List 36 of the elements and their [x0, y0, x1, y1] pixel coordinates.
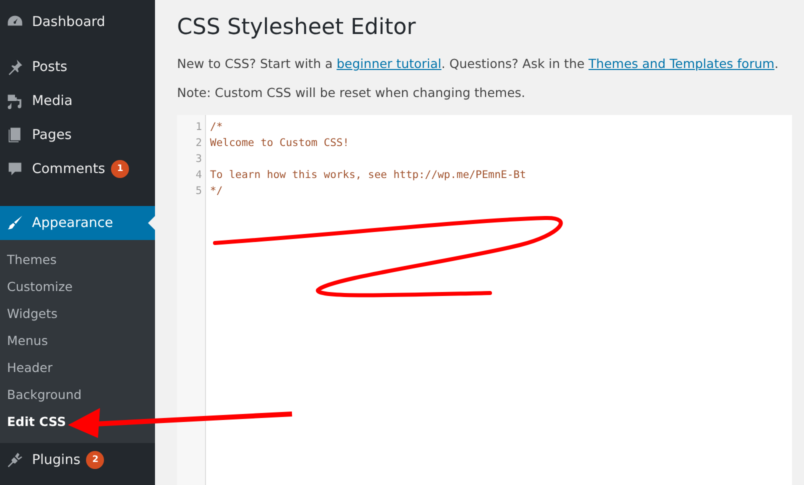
count-badge: 2	[86, 451, 104, 469]
menu-item[interactable]: Media	[0, 84, 155, 118]
comment-icon	[6, 160, 24, 178]
paintbrush-icon	[6, 214, 24, 232]
submenu-item[interactable]: Widgets	[0, 300, 155, 327]
code-line: Welcome to Custom CSS!	[210, 136, 350, 151]
line-number: 3	[194, 152, 203, 167]
forum-link[interactable]: Themes and Templates forum	[588, 56, 774, 71]
page-title: CSS Stylesheet Editor	[177, 15, 417, 40]
submenu-item[interactable]: Edit CSS	[0, 408, 155, 435]
plug-icon	[6, 451, 24, 469]
submenu-item[interactable]: Header	[0, 354, 155, 381]
submenu-item[interactable]: Menus	[0, 327, 155, 354]
line-number: 4	[194, 168, 203, 183]
note-text: Note: Custom CSS will be reset when changing themes.	[177, 85, 526, 100]
intro-text: New to CSS? Start with a beginner tutorial. Questions? Ask in the Themes and Templates forum.	[177, 56, 780, 71]
menu-item[interactable]: Pages	[0, 118, 155, 152]
menu-item[interactable]: Plugins 2	[0, 443, 155, 477]
submenu-item[interactable]: Background	[0, 381, 155, 408]
menu-item[interactable]: Appearance	[0, 206, 155, 240]
menu-item[interactable]: Comments 1	[0, 152, 155, 186]
code-line: To learn how this works, see http://wp.me/PEmnE-Bt	[210, 168, 526, 183]
menu-item[interactable]: Dashboard	[0, 5, 155, 39]
code-line: /*	[210, 120, 224, 135]
line-number: 5	[194, 184, 203, 199]
submenu-item[interactable]: Themes	[0, 246, 155, 273]
code-editor[interactable]: 1 2 3 4 5 /* Welcome to Custom CSS! To learn how this works, see http://wp.me/PEmnE-Bt */	[177, 115, 792, 485]
line-number: 2	[194, 136, 203, 151]
media-icon	[6, 92, 24, 110]
tutorial-link[interactable]: beginner tutorial	[336, 56, 442, 71]
line-number: 1	[194, 120, 203, 135]
pushpin-icon	[6, 58, 24, 76]
menu-item[interactable]: Posts	[0, 50, 155, 84]
code-line: */	[210, 184, 224, 199]
count-badge: 1	[111, 160, 130, 178]
submenu-item[interactable]: Customize	[0, 273, 155, 300]
